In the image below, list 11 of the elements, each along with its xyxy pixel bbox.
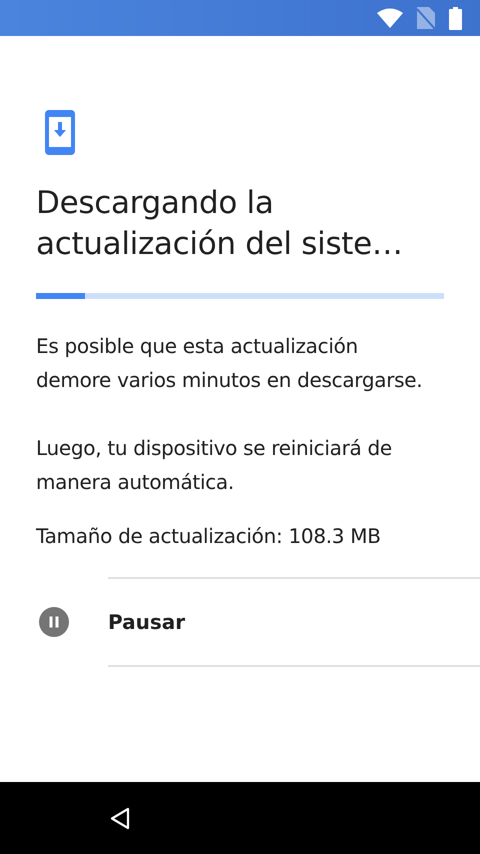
pause-action[interactable]: Pausar [108, 577, 480, 667]
battery-icon [449, 6, 462, 30]
phone-download-icon [45, 110, 75, 155]
back-icon[interactable] [110, 806, 130, 830]
body-text: Luego, tu dispositivo se reiniciará de manera automática. [36, 435, 393, 496]
no-sim-icon [417, 7, 435, 29]
wifi-icon [377, 8, 403, 28]
pause-icon [39, 607, 69, 637]
body-text: Es posible que esta actualización demore varios minutos en descargarse. [36, 333, 424, 394]
body-text: Tamaño de actualización: 108.3 MB [36, 523, 382, 550]
screen-title: Descargando la actualización del siste… [36, 184, 404, 264]
